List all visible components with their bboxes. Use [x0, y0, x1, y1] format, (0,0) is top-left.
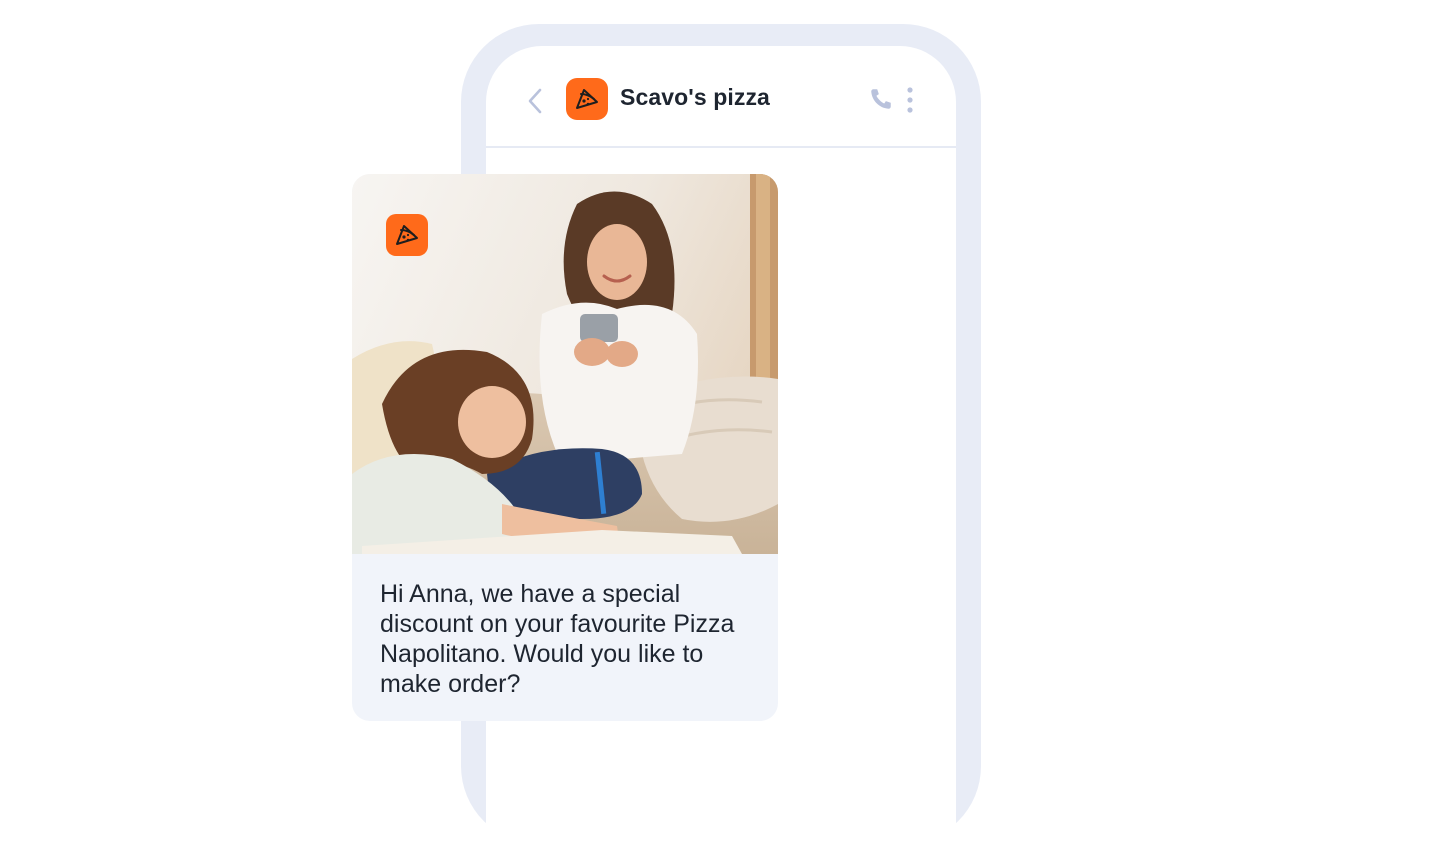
phone-icon [871, 89, 891, 109]
brand-avatar [566, 78, 608, 120]
more-options-button[interactable] [904, 86, 916, 114]
pizza-slice-icon [576, 89, 598, 109]
chevron-left-icon [528, 88, 542, 114]
message-text: Hi Anna, we have a special discount on y… [380, 580, 735, 698]
brand-logo-badge [386, 214, 428, 256]
more-vertical-icon [907, 87, 913, 113]
pizza-slice-icon [396, 225, 418, 245]
chat-header: Scavo's pizza [486, 46, 956, 148]
chat-title: Scavo's pizza [620, 84, 770, 110]
back-button[interactable] [524, 86, 546, 116]
call-button[interactable] [868, 86, 894, 112]
message-bubble[interactable]: Hi Anna, we have a special discount on y… [352, 174, 778, 721]
